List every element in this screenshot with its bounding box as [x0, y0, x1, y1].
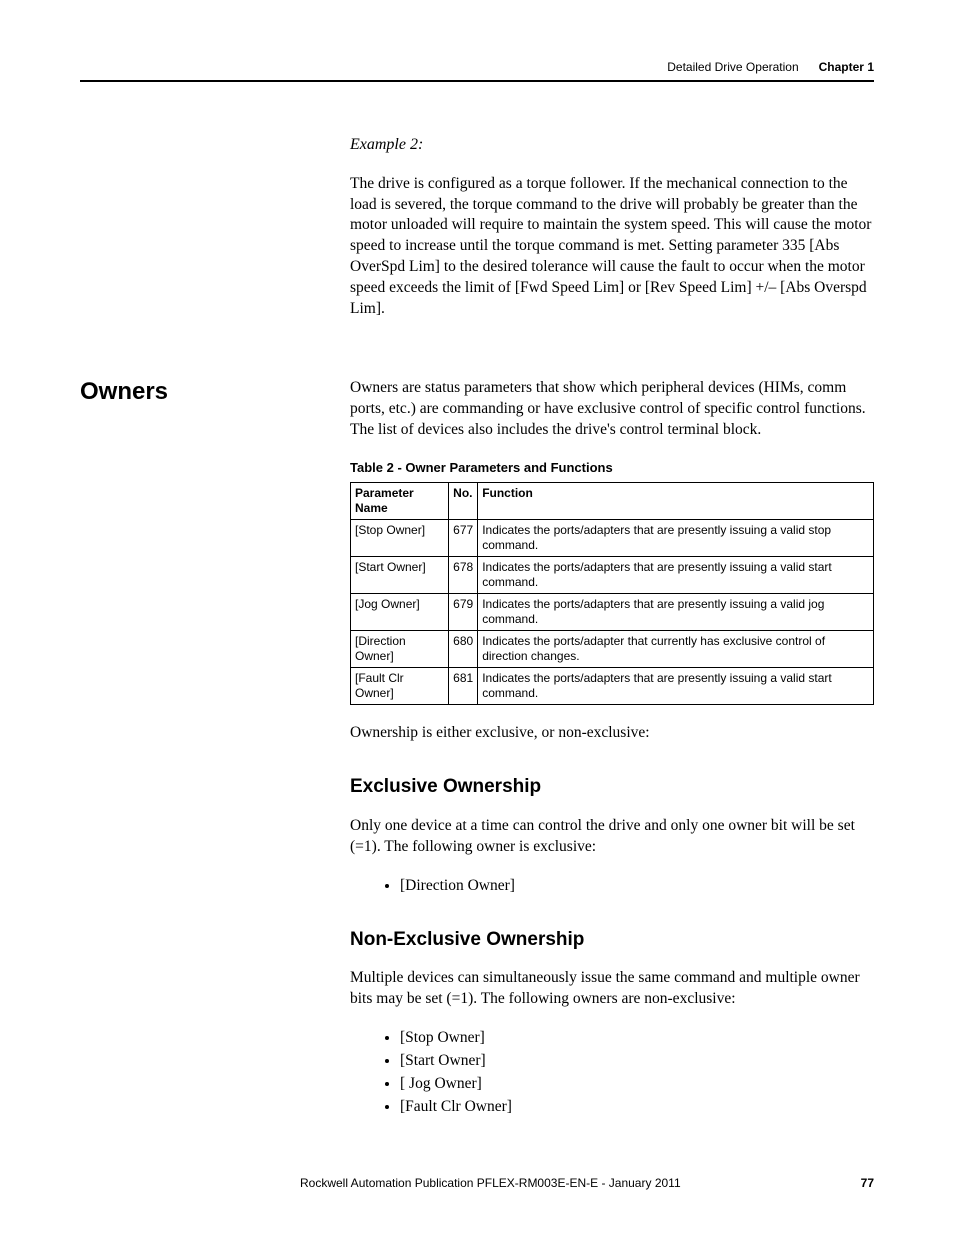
list-item: [Fault Clr Owner] — [400, 1097, 874, 1118]
owners-main: Owners are status parameters that show w… — [350, 378, 874, 1134]
example-block: Example 2: The drive is configured as a … — [80, 122, 874, 338]
cell-no: 681 — [449, 668, 478, 705]
list-item: [ Jog Owner] — [400, 1074, 874, 1095]
owners-block: Owners Owners are status parameters that… — [80, 378, 874, 1134]
list-item: [Direction Owner] — [400, 876, 874, 897]
owners-after-table: Ownership is either exclusive, or non-ex… — [350, 723, 874, 744]
cell-fn: Indicates the ports/adapter that current… — [478, 631, 874, 668]
table-header-row: Parameter Name No. Function — [351, 483, 874, 520]
footer-publication: Rockwell Automation Publication PFLEX-RM… — [120, 1176, 861, 1190]
cell-name: [Direction Owner] — [351, 631, 449, 668]
cell-fn: Indicates the ports/adapters that are pr… — [478, 557, 874, 594]
th-function: Function — [478, 483, 874, 520]
table-row: [Fault Clr Owner] 681 Indicates the port… — [351, 668, 874, 705]
owners-side-heading-col: Owners — [80, 378, 320, 1134]
side-col-empty — [80, 122, 320, 338]
list-item: [Start Owner] — [400, 1051, 874, 1072]
header-chapter: Chapter 1 — [819, 60, 874, 74]
cell-name: [Start Owner] — [351, 557, 449, 594]
header-section: Detailed Drive Operation — [667, 60, 798, 74]
th-no: No. — [449, 483, 478, 520]
table-row: [Start Owner] 678 Indicates the ports/ad… — [351, 557, 874, 594]
page: Detailed Drive Operation Chapter 1 Examp… — [0, 0, 954, 1235]
exclusive-list: [Direction Owner] — [350, 876, 874, 897]
cell-name: [Jog Owner] — [351, 594, 449, 631]
example-text: The drive is configured as a torque foll… — [350, 174, 874, 320]
cell-name: [Stop Owner] — [351, 520, 449, 557]
nonexclusive-text: Multiple devices can simultaneously issu… — [350, 968, 874, 1010]
table-caption: Table 2 - Owner Parameters and Functions — [350, 459, 874, 477]
cell-fn: Indicates the ports/adapters that are pr… — [478, 520, 874, 557]
owners-intro: Owners are status parameters that show w… — [350, 378, 874, 441]
exclusive-heading: Exclusive Ownership — [350, 774, 874, 800]
table-row: [Jog Owner] 679 Indicates the ports/adap… — [351, 594, 874, 631]
owners-table: Parameter Name No. Function [Stop Owner]… — [350, 482, 874, 705]
cell-fn: Indicates the ports/adapters that are pr… — [478, 594, 874, 631]
page-header: Detailed Drive Operation Chapter 1 — [80, 60, 874, 82]
cell-no: 678 — [449, 557, 478, 594]
list-item: [Stop Owner] — [400, 1028, 874, 1049]
main-col: Example 2: The drive is configured as a … — [350, 122, 874, 338]
page-footer: Rockwell Automation Publication PFLEX-RM… — [80, 1176, 874, 1190]
nonexclusive-list: [Stop Owner] [Start Owner] [ Jog Owner] … — [350, 1028, 874, 1118]
cell-name: [Fault Clr Owner] — [351, 668, 449, 705]
example-label: Example 2: — [350, 134, 874, 156]
cell-no: 679 — [449, 594, 478, 631]
nonexclusive-heading: Non-Exclusive Ownership — [350, 927, 874, 953]
cell-no: 677 — [449, 520, 478, 557]
cell-no: 680 — [449, 631, 478, 668]
th-parameter-name: Parameter Name — [351, 483, 449, 520]
table-row: [Direction Owner] 680 Indicates the port… — [351, 631, 874, 668]
table-row: [Stop Owner] 677 Indicates the ports/ada… — [351, 520, 874, 557]
exclusive-text: Only one device at a time can control th… — [350, 816, 874, 858]
footer-page-number: 77 — [861, 1176, 874, 1190]
cell-fn: Indicates the ports/adapters that are pr… — [478, 668, 874, 705]
owners-heading: Owners — [80, 378, 320, 406]
